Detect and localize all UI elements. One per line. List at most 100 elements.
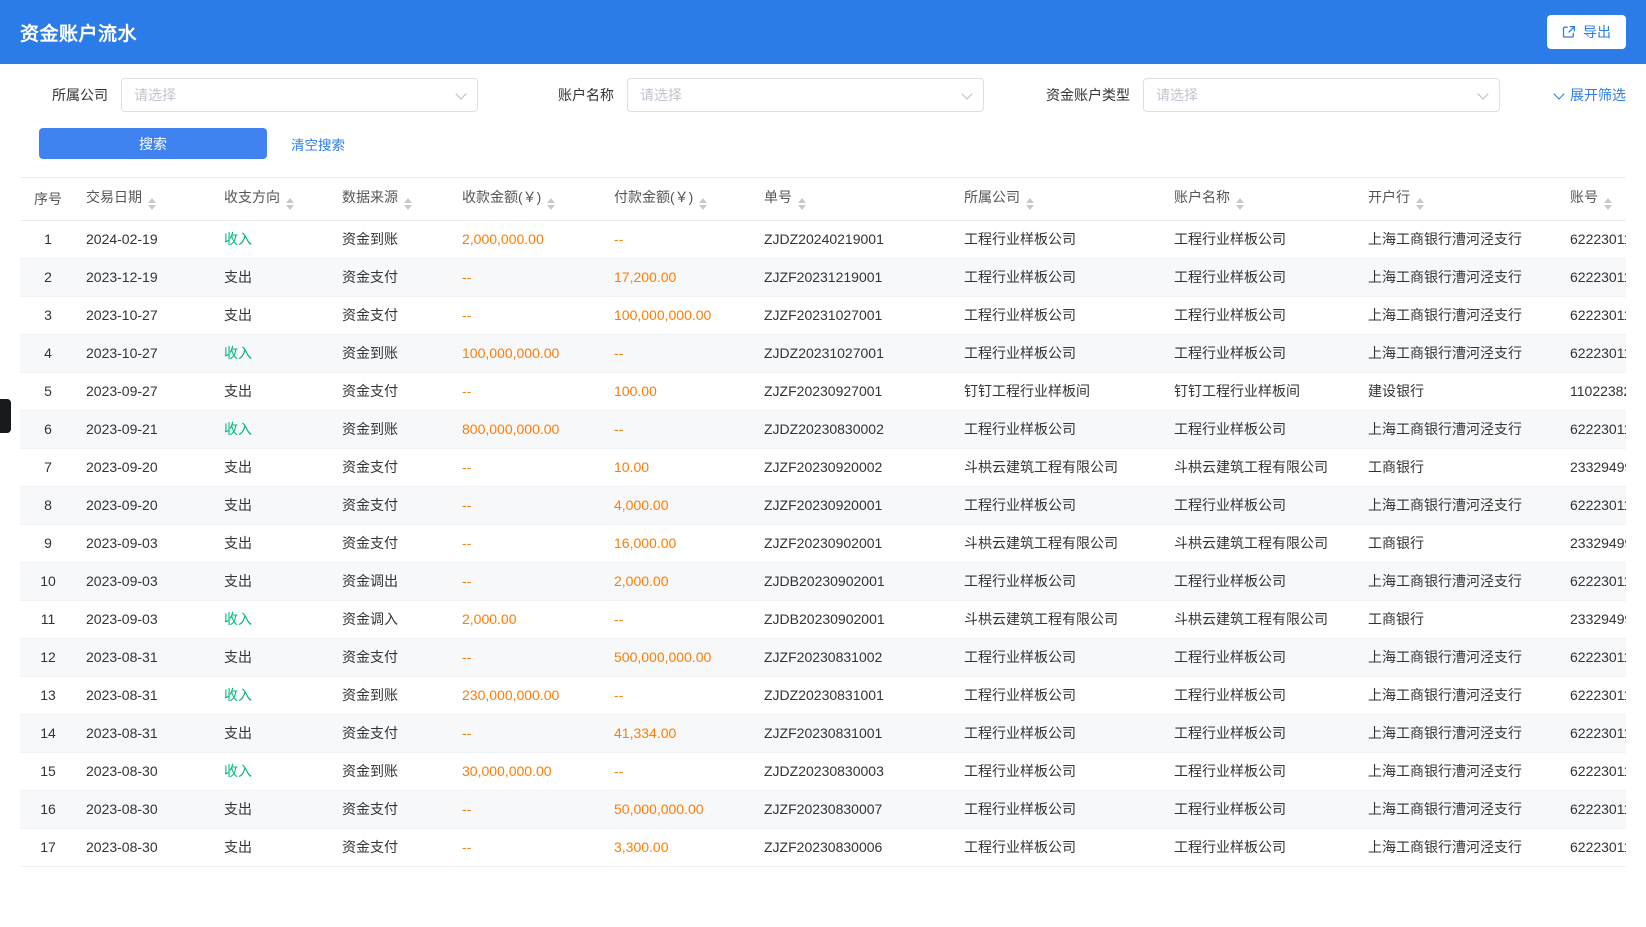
cell-source: 资金支付 [332, 448, 452, 486]
table-row[interactable]: 52023-09-27支出资金支付--100.00ZJZF20230927001… [20, 372, 1626, 410]
cell-date: 2023-09-21 [76, 410, 214, 448]
cell-payment: 500,000,000.00 [604, 638, 754, 676]
cell-card: 622230111 [1560, 220, 1626, 258]
cell-company: 工程行业样板公司 [954, 790, 1164, 828]
column-header[interactable]: 账户名称 [1164, 178, 1358, 220]
table-row[interactable]: 92023-09-03支出资金支付--16,000.00ZJZF20230902… [20, 524, 1626, 562]
cell-account: 工程行业样板公司 [1164, 486, 1358, 524]
cell-account: 钉钉工程行业样板间 [1164, 372, 1358, 410]
cell-order: ZJZF20231027001 [754, 296, 954, 334]
account-name-select[interactable]: 请选择 [627, 78, 984, 112]
company-select-placeholder: 请选择 [134, 85, 176, 105]
table-row[interactable]: 12024-02-19收入资金到账2,000,000.00--ZJDZ20240… [20, 220, 1626, 258]
cell-card: 622230111 [1560, 562, 1626, 600]
table-row[interactable]: 62023-09-21收入资金到账800,000,000.00--ZJDZ202… [20, 410, 1626, 448]
column-header-label: 交易日期 [86, 189, 142, 205]
sort-icon[interactable] [286, 198, 294, 210]
table-row[interactable]: 132023-08-31收入资金到账230,000,000.00--ZJDZ20… [20, 676, 1626, 714]
cell-direction: 收入 [214, 600, 332, 638]
cell-payment: 41,334.00 [604, 714, 754, 752]
table-row[interactable]: 82023-09-20支出资金支付--4,000.00ZJZF202309200… [20, 486, 1626, 524]
column-header[interactable]: 单号 [754, 178, 954, 220]
cell-direction: 支出 [214, 486, 332, 524]
expand-filters-link[interactable]: 展开筛选 [1555, 85, 1626, 105]
cell-date: 2023-08-30 [76, 828, 214, 866]
column-header-label: 开户行 [1368, 189, 1410, 205]
sort-icon[interactable] [699, 198, 707, 210]
table-row[interactable]: 22023-12-19支出资金支付--17,200.00ZJZF20231219… [20, 258, 1626, 296]
table-row[interactable]: 142023-08-31支出资金支付--41,334.00ZJZF2023083… [20, 714, 1626, 752]
sort-icon[interactable] [1236, 198, 1244, 210]
table-row[interactable]: 162023-08-30支出资金支付--50,000,000.00ZJZF202… [20, 790, 1626, 828]
table-row[interactable]: 152023-08-30收入资金到账30,000,000.00--ZJDZ202… [20, 752, 1626, 790]
search-button[interactable]: 搜索 [39, 128, 267, 159]
cell-order: ZJZF20230831002 [754, 638, 954, 676]
sort-icon[interactable] [798, 198, 806, 210]
column-header-label: 序号 [34, 191, 62, 207]
cell-company: 工程行业样板公司 [954, 334, 1164, 372]
table-row[interactable]: 42023-10-27收入资金到账100,000,000.00--ZJDZ202… [20, 334, 1626, 372]
account-type-select[interactable]: 请选择 [1143, 78, 1500, 112]
cell-income: -- [452, 486, 604, 524]
cell-income: 100,000,000.00 [452, 334, 604, 372]
page-header: 资金账户流水 导出 [0, 0, 1646, 64]
company-select[interactable]: 请选择 [121, 78, 478, 112]
cell-account: 斗栱云建筑工程有限公司 [1164, 448, 1358, 486]
cell-source: 资金支付 [332, 296, 452, 334]
column-header[interactable]: 交易日期 [76, 178, 214, 220]
sort-icon[interactable] [547, 198, 555, 210]
sort-icon[interactable] [1604, 198, 1612, 210]
cell-no: 13 [20, 676, 76, 714]
column-header[interactable]: 收款金额(￥) [452, 178, 604, 220]
column-header[interactable]: 账号 [1560, 178, 1626, 220]
cell-bank: 上海工商银行漕河泾支行 [1358, 638, 1560, 676]
table-row[interactable]: 102023-09-03支出资金调出--2,000.00ZJDB20230902… [20, 562, 1626, 600]
left-drawer-handle[interactable] [0, 399, 11, 433]
table-row[interactable]: 122023-08-31支出资金支付--500,000,000.00ZJZF20… [20, 638, 1626, 676]
cell-source: 资金调出 [332, 562, 452, 600]
cell-company: 工程行业样板公司 [954, 410, 1164, 448]
account-name-select-placeholder: 请选择 [640, 85, 682, 105]
cell-bank: 上海工商银行漕河泾支行 [1358, 676, 1560, 714]
table-header-row: 序号 交易日期 收支方向 数据来源收款金额(￥) 付款金额(￥) 单号 所属公司账户名称开户… [20, 178, 1626, 220]
column-header-label: 付款金额(￥) [614, 189, 693, 205]
table-row[interactable]: 32023-10-27支出资金支付--100,000,000.00ZJZF202… [20, 296, 1626, 334]
sort-icon[interactable] [1416, 198, 1424, 210]
table-row[interactable]: 112023-09-03收入资金调入2,000.00--ZJDB20230902… [20, 600, 1626, 638]
cell-order: ZJZF20230927001 [754, 372, 954, 410]
sort-icon[interactable] [404, 198, 412, 210]
export-button[interactable]: 导出 [1547, 15, 1626, 49]
table-row[interactable]: 172023-08-30支出资金支付--3,300.00ZJZF20230830… [20, 828, 1626, 866]
column-header[interactable]: 开户行 [1358, 178, 1560, 220]
table-header: 序号 交易日期 收支方向 数据来源收款金额(￥) 付款金额(￥) 单号 所属公司账户名称开户… [20, 178, 1626, 220]
cell-no: 4 [20, 334, 76, 372]
cell-income: 800,000,000.00 [452, 410, 604, 448]
cell-income: -- [452, 448, 604, 486]
table-body: 12024-02-19收入资金到账2,000,000.00--ZJDZ20240… [20, 220, 1626, 866]
cell-payment: -- [604, 752, 754, 790]
cell-order: ZJZF20230830006 [754, 828, 954, 866]
export-button-label: 导出 [1583, 22, 1611, 42]
sort-icon[interactable] [1026, 198, 1034, 210]
cell-bank: 上海工商银行漕河泾支行 [1358, 296, 1560, 334]
cell-date: 2023-09-20 [76, 448, 214, 486]
cell-date: 2023-08-30 [76, 752, 214, 790]
column-header-label: 单号 [764, 189, 792, 205]
cell-account: 工程行业样板公司 [1164, 714, 1358, 752]
column-header[interactable]: 收支方向 [214, 178, 332, 220]
cell-date: 2023-12-19 [76, 258, 214, 296]
cell-card: 233294994 [1560, 524, 1626, 562]
cell-direction: 收入 [214, 410, 332, 448]
table-row[interactable]: 72023-09-20支出资金支付--10.00ZJZF20230920002斗… [20, 448, 1626, 486]
cell-no: 2 [20, 258, 76, 296]
column-header-label: 收支方向 [224, 189, 280, 205]
cell-no: 11 [20, 600, 76, 638]
clear-search-link[interactable]: 清空搜索 [291, 134, 345, 154]
column-header[interactable]: 数据来源 [332, 178, 452, 220]
cell-bank: 上海工商银行漕河泾支行 [1358, 790, 1560, 828]
column-header[interactable]: 付款金额(￥) [604, 178, 754, 220]
filter-actions: 搜索 清空搜索 [20, 128, 1626, 159]
cell-date: 2023-09-20 [76, 486, 214, 524]
column-header[interactable]: 所属公司 [954, 178, 1164, 220]
sort-icon[interactable] [148, 198, 156, 210]
